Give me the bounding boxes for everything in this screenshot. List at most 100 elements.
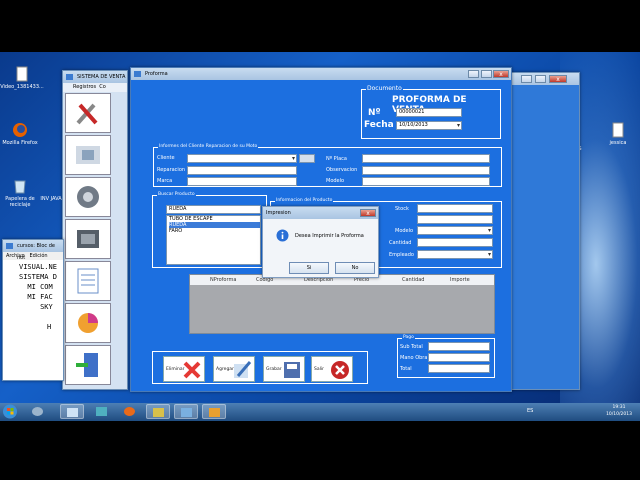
grabar-button[interactable]: Grabar — [263, 356, 305, 382]
taskbar-item[interactable] — [118, 404, 142, 419]
subtotal-field[interactable] — [428, 342, 490, 351]
pago-legend: Pago — [402, 335, 415, 341]
taskbar-item[interactable] — [90, 404, 114, 419]
parts-button[interactable] — [65, 177, 111, 217]
taskbar-item[interactable] — [146, 404, 170, 419]
mano-obra-field[interactable] — [428, 353, 490, 362]
marca-label: Marca — [157, 178, 173, 184]
empleado-select[interactable] — [417, 250, 493, 259]
recycle-bin-icon[interactable]: Papelera de reciclaje — [0, 178, 44, 208]
search-input[interactable]: RUEDA — [166, 205, 261, 214]
taskbar-item[interactable] — [26, 404, 50, 419]
column-header[interactable]: Cantidad — [402, 275, 450, 285]
menu-co[interactable]: Co — [99, 84, 106, 90]
text-line: H — [47, 323, 52, 331]
text-line: SKY — [19, 303, 53, 311]
cliente-select[interactable] — [187, 154, 297, 163]
product-list[interactable]: TUBO DE ESCAPE RUEDA FARO — [166, 215, 261, 265]
notepad-window[interactable]: cursos: Bloc de not Archivo Edición VISU… — [2, 239, 64, 381]
dialog-close-button[interactable]: x — [360, 209, 376, 217]
clock[interactable]: 19:31 10/10/2013 — [606, 404, 632, 418]
product-modelo-select[interactable] — [417, 226, 493, 235]
taskbar-item[interactable] — [174, 404, 198, 419]
app-icon — [66, 74, 73, 80]
windows-start-icon — [3, 404, 17, 419]
office-icon — [209, 408, 220, 417]
app-icon — [181, 408, 192, 417]
search-client-button[interactable] — [299, 154, 315, 163]
no-button[interactable]: No — [335, 262, 375, 274]
catalog-icon — [77, 268, 99, 294]
stock-label: Stock — [395, 206, 409, 212]
minimize-button[interactable] — [521, 75, 532, 83]
eliminar-button[interactable]: Eliminar — [163, 356, 205, 382]
maximize-button[interactable] — [535, 75, 546, 83]
pago-group: Pago Sub Total Mano Obra Total — [397, 335, 495, 378]
yes-button[interactable]: Si — [289, 262, 329, 274]
stock-field[interactable] — [417, 204, 493, 213]
mano-obra-label: Mano Obra — [400, 355, 428, 361]
menu-edicion[interactable]: Edición — [29, 253, 47, 259]
dialog-titlebar[interactable]: Impresion x — [263, 207, 378, 219]
column-header[interactable]: NProforma — [210, 275, 256, 285]
modelo-field[interactable] — [362, 177, 490, 186]
proforma-icon — [134, 71, 141, 77]
observacion-field[interactable] — [362, 166, 490, 175]
observacion-label: Observacion — [326, 167, 358, 173]
clock-date: 10/10/2013 — [606, 412, 632, 417]
background-window-titlebar[interactable]: x — [511, 73, 579, 85]
video-file-icon[interactable]: Video_1381433... — [0, 66, 46, 90]
exit-door-icon — [76, 353, 98, 377]
engine-button[interactable] — [65, 219, 111, 259]
parts-icon — [77, 186, 99, 208]
list-item[interactable]: FARO — [169, 228, 260, 234]
main-window-titlebar[interactable]: SISTEMA DE VENTA — [63, 71, 127, 83]
print-dialog[interactable]: Impresion x Desea Imprimir la Proforma Si… — [262, 206, 379, 278]
tools-button[interactable] — [65, 93, 111, 133]
firefox-icon[interactable]: Mozilla Firefox — [0, 122, 44, 146]
start-button[interactable] — [2, 403, 18, 420]
document-file-icon[interactable]: jessica — [594, 122, 640, 146]
service-button[interactable] — [65, 135, 111, 175]
catalog-button[interactable] — [65, 261, 111, 301]
notepad-menu: Archivo Edición — [3, 252, 63, 260]
clock-time: 19:31 — [612, 405, 626, 410]
actions-group: Eliminar Agregar Grabar Salir — [152, 351, 368, 384]
language-indicator[interactable]: ES — [527, 408, 533, 414]
reports-button[interactable] — [65, 303, 111, 343]
cantidad-field[interactable] — [417, 238, 493, 247]
notepad-text[interactable]: VISUAL.NE SISTEMA D MI COM MI FAC SKY H — [3, 260, 63, 332]
number-field[interactable]: 00000021 — [396, 108, 462, 117]
precio-field[interactable] — [417, 215, 493, 224]
exit-button[interactable] — [65, 345, 111, 385]
column-header[interactable]: Importe — [450, 275, 494, 285]
close-button[interactable]: x — [549, 75, 567, 83]
cantidad-label: Cantidad — [389, 240, 412, 246]
notepad-titlebar[interactable]: cursos: Bloc de not — [3, 240, 63, 261]
close-button[interactable]: x — [493, 70, 509, 78]
grabar-label: Grabar — [266, 367, 282, 372]
subtotal-label: Sub Total — [400, 344, 423, 350]
document-legend: Documento — [366, 85, 403, 92]
chart-icon — [78, 313, 98, 333]
minimize-button[interactable] — [468, 70, 479, 78]
maximize-button[interactable] — [481, 70, 492, 78]
items-table[interactable]: NProforma Codigo Descripcion Precio Cant… — [189, 274, 495, 334]
fecha-datepicker[interactable]: 10/10/2013 — [396, 121, 462, 130]
total-field[interactable] — [428, 364, 490, 373]
marca-field[interactable] — [187, 177, 297, 186]
agregar-button[interactable]: Agregar — [213, 356, 255, 382]
taskbar-item[interactable] — [60, 404, 84, 419]
reparacion-field[interactable] — [187, 166, 297, 175]
proforma-titlebar[interactable]: Proforma x — [131, 68, 511, 80]
background-window[interactable]: x — [510, 72, 580, 390]
engine-icon — [77, 230, 99, 248]
menu-registros[interactable]: Registros — [73, 84, 96, 90]
dialog-message: Desea Imprimir la Proforma — [295, 233, 364, 239]
main-window[interactable]: SISTEMA DE VENTA Registros Co — [62, 70, 128, 390]
salir-button[interactable]: Salir — [311, 356, 353, 382]
taskbar-item[interactable] — [202, 404, 226, 419]
product-legend: Informacion del Producto — [275, 198, 334, 204]
placa-field[interactable] — [362, 154, 490, 163]
dialog-title: Impresion — [266, 210, 291, 216]
